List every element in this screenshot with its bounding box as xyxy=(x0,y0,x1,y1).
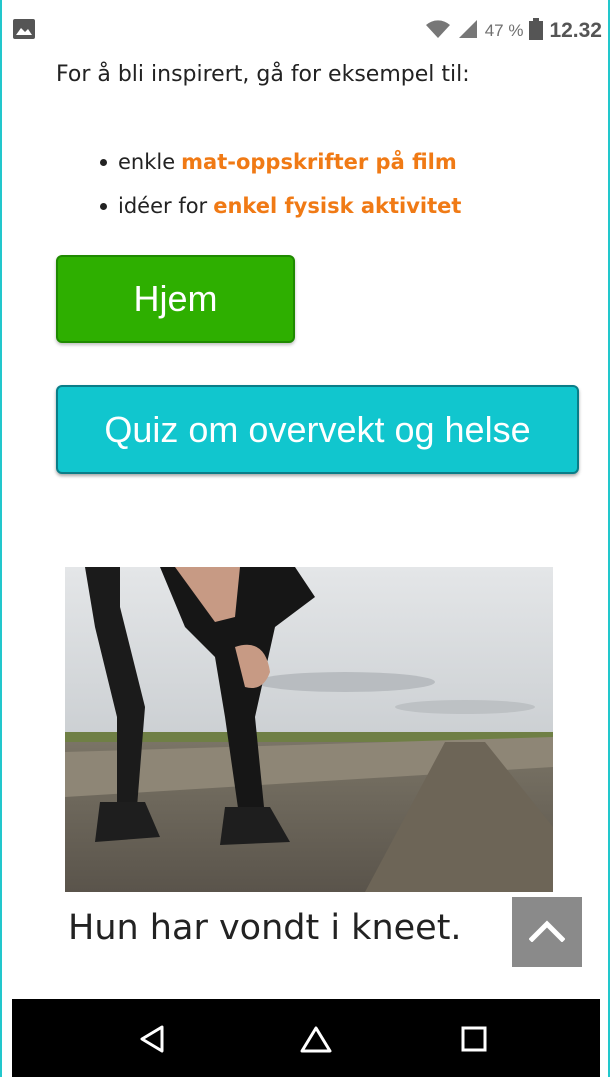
chevron-up-icon xyxy=(528,918,566,946)
recents-button[interactable] xyxy=(454,1021,494,1061)
status-bar: 47 % 12.32 xyxy=(12,14,602,48)
bullet xyxy=(100,202,107,210)
list-item: idéer for enkel fysisk aktivitet xyxy=(100,184,600,228)
signal-icon xyxy=(457,19,479,44)
inspiration-list: enkle mat-oppskrifter på film idéer for … xyxy=(100,140,600,228)
link-physical-activity[interactable]: enkel fysisk aktivitet xyxy=(213,194,461,218)
list-item-prefix: idéer for xyxy=(118,194,208,218)
knee-pain-photo xyxy=(65,567,553,892)
photo-caption: Hun har vondt i kneet. xyxy=(68,908,462,948)
recents-icon xyxy=(460,1025,488,1057)
intro-text: For å bli inspirert, gå for eksempel til… xyxy=(56,62,470,87)
list-item-prefix: enkle xyxy=(118,150,176,174)
home-icon xyxy=(299,1024,333,1058)
clock: 12.32 xyxy=(549,19,602,42)
home-nav-button[interactable] xyxy=(296,1021,336,1061)
wifi-icon xyxy=(425,19,451,44)
image-icon xyxy=(12,18,36,45)
battery-percent: 47 % xyxy=(484,21,524,40)
home-button[interactable]: Hjem xyxy=(56,255,295,343)
list-item: enkle mat-oppskrifter på film xyxy=(100,140,600,184)
battery-icon xyxy=(529,17,544,45)
back-icon xyxy=(137,1024,167,1058)
android-nav-bar xyxy=(12,999,600,1077)
back-button[interactable] xyxy=(132,1021,172,1061)
bullet xyxy=(100,158,107,166)
link-food-recipes[interactable]: mat-oppskrifter på film xyxy=(181,150,457,174)
quiz-button[interactable]: Quiz om overvekt og helse xyxy=(56,385,579,474)
scroll-to-top-button[interactable] xyxy=(512,897,582,967)
status-right: 47 % 12.32 xyxy=(425,17,602,45)
frame-left-border xyxy=(0,0,2,1077)
